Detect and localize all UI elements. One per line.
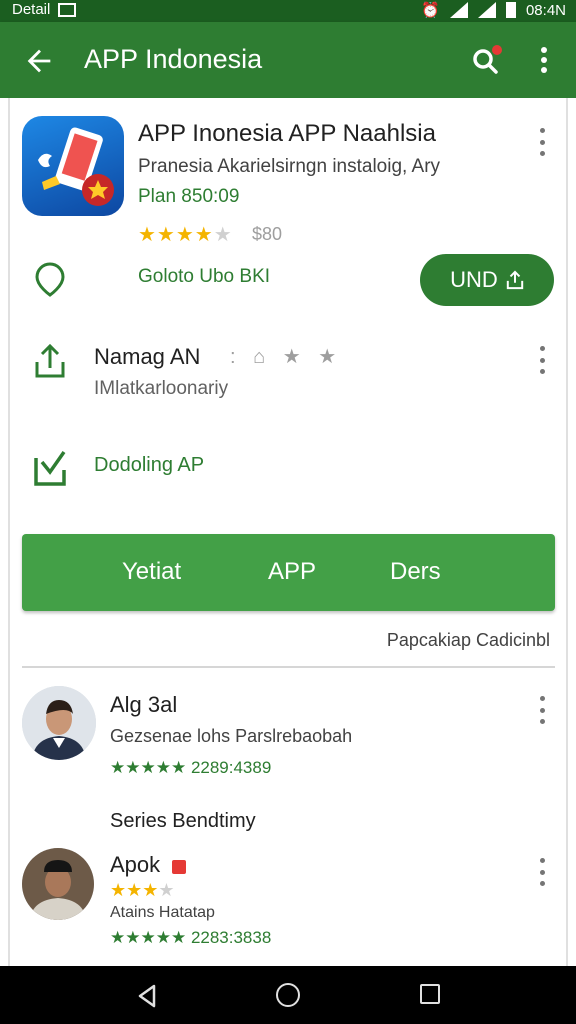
- status-time: 08:4N: [525, 1, 566, 19]
- action-right-label[interactable]: Ders: [390, 558, 441, 586]
- signal-icon: [449, 2, 468, 18]
- review-more-icon[interactable]: [536, 696, 548, 724]
- page-title: APP Indonesia: [84, 44, 263, 74]
- app-description: Pranesia Akarielsirngn instaloig, Ary: [138, 156, 441, 177]
- back-arrow-icon[interactable]: [22, 44, 56, 78]
- app-rating-stars: ★★★★★: [138, 222, 233, 247]
- wifi-icon: [477, 2, 496, 18]
- content-sheet: APP Inonesia APP Naahlsia Pranesia Akari…: [0, 98, 576, 966]
- status-bar: Detail ⏰ 08:4N: [0, 0, 576, 22]
- verified-badge-icon: [172, 860, 186, 874]
- reviewer-stars-filled: ★★★: [110, 880, 159, 900]
- app-more-icon[interactable]: [536, 128, 548, 156]
- battery-icon: [505, 2, 516, 18]
- reviewer-subtitle: Atains Hatatap: [110, 904, 215, 921]
- nav-recents-icon[interactable]: [420, 984, 440, 1004]
- download-icon[interactable]: [32, 448, 68, 488]
- review-meta: 2283:3838: [190, 928, 272, 947]
- reviewer-stars: ★★★★: [110, 880, 175, 901]
- action-bar[interactable]: Yetiat APP Ders: [22, 534, 555, 611]
- location-pin-icon: [35, 262, 65, 297]
- nav-home-icon[interactable]: [276, 983, 300, 1007]
- app-rating-count: $80: [252, 224, 283, 244]
- install-button-label: UND: [450, 267, 498, 292]
- status-carrier: Detail: [12, 1, 51, 18]
- review-more-icon[interactable]: [536, 858, 548, 886]
- review-stars-value: ★★★★★: [110, 928, 187, 947]
- divider: [22, 666, 555, 668]
- review-text: Gezsenae lohs Parslrebaobah: [110, 726, 353, 746]
- review-meta: 2289:4389: [190, 758, 272, 777]
- review-stars-value: ★★★★★: [110, 758, 187, 777]
- rating-stars-empty: ★: [213, 224, 233, 246]
- action-left-label[interactable]: Yetiat: [122, 558, 181, 586]
- sheet-edge-left: [8, 98, 10, 966]
- nav-back-icon[interactable]: [134, 982, 160, 1010]
- manage-rating: : ⌂ ★ ★: [230, 346, 343, 368]
- app-bar: APP Indonesia: [0, 22, 576, 98]
- alarm-icon: ⏰: [421, 2, 440, 19]
- manage-title: Namag AN: [94, 344, 201, 369]
- caption-text: Papcakiap Cadicinbl: [386, 630, 550, 650]
- notification-icon: [58, 2, 77, 17]
- location-text[interactable]: Goloto Ubo BKI: [138, 266, 270, 288]
- app-name: APP Inonesia APP Naahlsia: [138, 120, 436, 147]
- reviewer-name: Apok: [110, 852, 161, 877]
- reviewer-name: Alg 3al: [110, 692, 178, 717]
- share-search-icon[interactable]: [468, 42, 504, 78]
- section-title: Series Bendtimy: [110, 810, 256, 832]
- download-text[interactable]: Dodoling AP: [94, 454, 204, 477]
- install-button[interactable]: UND: [420, 254, 554, 306]
- reviewer-stars-empty: ★: [158, 880, 175, 900]
- app-price: Plan 850:09: [138, 186, 240, 207]
- app-logo[interactable]: [22, 116, 124, 216]
- manage-more-icon[interactable]: [536, 346, 548, 374]
- action-center-label[interactable]: APP: [268, 558, 316, 586]
- avatar[interactable]: [22, 686, 96, 760]
- rating-stars-filled: ★★★★: [138, 224, 214, 246]
- sheet-edge-right: [566, 98, 568, 966]
- install-share-icon: [506, 270, 524, 290]
- share-icon[interactable]: [32, 342, 68, 380]
- manage-subtitle: IMlatkarloonariy: [94, 378, 229, 399]
- system-nav-bar: [0, 966, 576, 1024]
- review-stars: ★★★★★ 2283:3838: [110, 928, 271, 948]
- overflow-menu-icon[interactable]: [528, 42, 560, 78]
- review-stars: ★★★★★ 2289:4389: [110, 758, 271, 778]
- avatar[interactable]: [22, 848, 94, 920]
